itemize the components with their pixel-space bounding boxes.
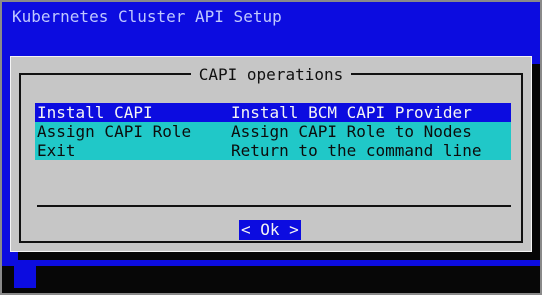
menu-item-exit[interactable]: Exit Return to the command line: [35, 141, 511, 160]
menu-item-assign-capi-role[interactable]: Assign CAPI Role Assign CAPI Role to Nod…: [35, 122, 511, 141]
bottom-status-band: [2, 266, 540, 293]
menu-item-install-capi[interactable]: Install CAPI Install BCM CAPI Provider: [35, 103, 511, 122]
ok-button[interactable]: < Ok >: [239, 220, 301, 240]
menu-item-description: Install BCM CAPI Provider: [231, 103, 472, 122]
terminal-screen: Kubernetes Cluster API Setup CAPI operat…: [2, 2, 540, 293]
menu-item-tag: Exit: [37, 141, 76, 160]
menu-item-tag: Install CAPI: [37, 103, 153, 122]
dialog-frame-bottom: [19, 241, 523, 243]
menu-list: Install CAPI Install BCM CAPI Provider A…: [35, 103, 511, 160]
dialog-title-wrap: CAPI operations: [11, 65, 531, 84]
menu-item-description: Assign CAPI Role to Nodes: [231, 122, 472, 141]
dialog-shadow-right: [532, 64, 540, 260]
dialog-frame-right: [521, 73, 523, 243]
dialog-title: CAPI operations: [190, 65, 352, 84]
menu-item-description: Return to the command line: [231, 141, 482, 160]
capi-operations-dialog: CAPI operations Install CAPI Install BCM…: [10, 56, 532, 252]
dialog-frame-left: [19, 73, 21, 243]
backtitle: Kubernetes Cluster API Setup: [12, 7, 282, 26]
cursor-block: [14, 266, 36, 288]
dialog-separator: [37, 205, 511, 207]
dialog-shadow-bottom: [18, 252, 540, 260]
menu-item-tag: Assign CAPI Role: [37, 122, 192, 141]
